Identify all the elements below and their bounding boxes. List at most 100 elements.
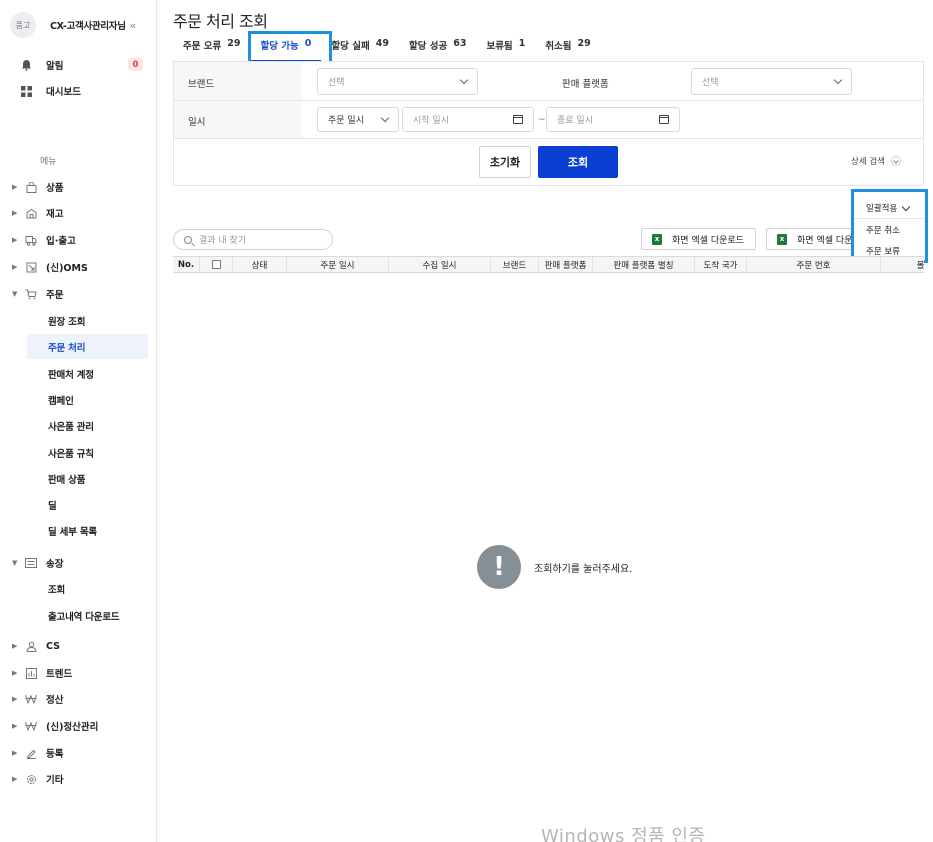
sidebar-subitem-deal[interactable]: 딜 [48, 498, 57, 512]
sidebar-item-alerts[interactable]: 알림 [20, 58, 63, 72]
sidebar-subitem-order-processing[interactable]: 주문 처리 [48, 340, 85, 354]
column-header-no: No. [173, 257, 200, 272]
won-currency-icon [24, 720, 38, 732]
won-currency-icon [24, 693, 38, 705]
chevron-right-icon: ▶ [12, 775, 18, 783]
sidebar-item-trend[interactable]: ▶ 트렌드 [12, 666, 72, 680]
start-date-input[interactable]: 시작 일시 [402, 107, 534, 132]
result-search-input[interactable]: 결과 내 찾기 [173, 229, 333, 250]
column-header-platform[interactable]: 판매 플랫폼 [539, 257, 593, 272]
sidebar-subitem-ledger[interactable]: 원장 조회 [48, 314, 85, 328]
column-header-destination[interactable]: 도착 국가 [695, 257, 747, 272]
sidebar-item-product[interactable]: ▶ 상품 [12, 180, 63, 194]
gear-icon [24, 773, 38, 785]
reset-button[interactable]: 초기화 [479, 146, 531, 178]
column-header-collect-date[interactable]: 수집 일시 [389, 257, 491, 272]
sidebar-subitem-gift-management[interactable]: 사은품 관리 [48, 419, 94, 433]
sidebar-item-waybill[interactable]: ▼ 송장 [12, 556, 63, 570]
user-name[interactable]: CX-고객사관리자님 [50, 18, 126, 32]
sidebar-item-cs[interactable]: ▶ CS [12, 640, 60, 652]
divider [854, 218, 925, 219]
end-date-input[interactable]: 종료 일시 [546, 107, 680, 132]
windows-activation-watermark: Windows 정품 인증 [541, 826, 706, 842]
detail-search-toggle[interactable]: 상세 검색 [851, 155, 901, 167]
dashboard-icon [20, 85, 32, 97]
chevron-down-icon [890, 156, 901, 166]
date-type-value: 주문 일시 [328, 116, 364, 126]
sidebar-item-label: 등록 [46, 749, 64, 760]
bulk-action-dropdown[interactable]: 일괄적용 주문 취소 주문 보류 [851, 189, 928, 263]
page-title: 주문 처리 조회 [173, 12, 268, 31]
sidebar-item-dashboard[interactable]: 대시보드 [20, 84, 81, 98]
sidebar-item-stock[interactable]: ▶ 재고 [12, 206, 63, 220]
excel-download-button[interactable]: x 화면 엑셀 다운로드 [641, 228, 756, 250]
table-header: No. 상태 주문 일시 수집 일시 브랜드 판매 플랫폼 판매 플랫폼 별칭 … [173, 256, 924, 273]
truck-icon [24, 234, 38, 246]
collapse-sidebar-icon[interactable]: « [130, 19, 137, 32]
sidebar-item-inout[interactable]: ▶ 입·출고 [12, 233, 76, 247]
chevron-right-icon: ▶ [12, 722, 18, 730]
pencil-icon [24, 747, 38, 759]
select-all-checkbox[interactable] [211, 260, 221, 269]
chevron-right-icon: ▶ [12, 669, 18, 677]
sidebar-item-oms[interactable]: ▶ (신)OMS [12, 260, 88, 274]
search-button[interactable]: 조회 [538, 146, 618, 178]
end-date-placeholder: 종료 일시 [557, 116, 593, 126]
sidebar-subitem-waybill-search[interactable]: 조회 [48, 582, 65, 596]
sidebar-item-settle-new[interactable]: ▶ (신)정산관리 [12, 719, 98, 733]
sidebar-item-label: 대시보드 [46, 87, 81, 98]
sidebar-subitem-seller-account[interactable]: 판매처 계정 [48, 367, 94, 381]
chevron-right-icon: ▶ [12, 236, 18, 244]
tab-count: 29 [227, 38, 241, 49]
date-type-select[interactable]: 주문 일시 [317, 107, 399, 132]
sidebar-item-etc[interactable]: ▶ 기타 [12, 772, 63, 786]
column-header-mall-number[interactable]: 몰 번 [881, 257, 924, 272]
menu-heading: 메뉴 [40, 157, 57, 167]
bulk-action-toggle[interactable]: 일괄적용 [866, 202, 911, 214]
chevron-down-icon: ▼ [12, 290, 18, 298]
select-all-cell [200, 257, 233, 272]
sidebar-subitem-shipment-download[interactable]: 출고내역 다운로드 [48, 609, 120, 623]
tab-count: 49 [375, 38, 389, 49]
sidebar-item-settle[interactable]: ▶ 정산 [12, 692, 63, 706]
tab-label: 주문 오류 [183, 41, 222, 52]
sidebar-subitem-gift-rules[interactable]: 사은품 규칙 [48, 446, 94, 460]
date-range-separator: ~ [538, 115, 546, 125]
column-header-brand[interactable]: 브랜드 [491, 257, 539, 272]
sidebar-subitem-campaign[interactable]: 캠페인 [48, 393, 74, 407]
sidebar-item-register[interactable]: ▶ 등록 [12, 746, 63, 760]
tab-label: 보류됨 [486, 41, 513, 52]
platform-label: 판매 플랫폼 [562, 79, 609, 90]
sidebar-subitem-sale-products[interactable]: 판매 상품 [48, 472, 85, 486]
tab-count: 63 [453, 38, 467, 49]
sidebar-item-label: CS [46, 640, 60, 652]
sidebar-item-label: (신)정산관리 [46, 722, 99, 733]
excel-download-label: 화면 엑셀 다운로드 [797, 235, 855, 246]
chevron-down-icon [380, 113, 390, 123]
sidebar-item-order[interactable]: ▼ 주문 [12, 287, 63, 301]
start-date-placeholder: 시작 일시 [413, 116, 449, 126]
sidebar-subitem-deal-details[interactable]: 딜 세부 목록 [48, 524, 97, 538]
bulk-action-label: 일괄적용 [866, 204, 898, 214]
calendar-icon[interactable] [659, 115, 669, 124]
tab-count: 29 [577, 38, 591, 49]
column-header-order-date[interactable]: 주문 일시 [287, 257, 389, 272]
sidebar: 품고 CX-고객사관리자님 « 알림 0 대시보드 메뉴 ▶ 상품 ▶ 재고 ▶… [0, 0, 157, 842]
brand-select-value: 선택 [328, 78, 345, 88]
warehouse-icon [24, 207, 38, 219]
calendar-icon[interactable] [513, 115, 523, 124]
chevron-right-icon: ▶ [12, 749, 18, 757]
result-search-placeholder: 결과 내 찾기 [199, 236, 247, 246]
menu-item-cancel-order[interactable]: 주문 취소 [866, 224, 900, 236]
sidebar-item-label: 입·출고 [46, 236, 76, 247]
column-header-platform-alias[interactable]: 판매 플랫폼 별칭 [593, 257, 695, 272]
empty-state: ! 조회하기를 눌러주세요. [477, 545, 632, 589]
chevron-right-icon: ▶ [12, 209, 18, 217]
excel-download-button[interactable]: x 화면 엑셀 다운로드 [766, 228, 856, 250]
sidebar-header: 품고 CX-고객사관리자님 « [10, 12, 136, 38]
column-header-order-number[interactable]: 주문 번호 [747, 257, 881, 272]
column-header-status[interactable]: 상태 [233, 257, 287, 272]
platform-select[interactable]: 선택 [691, 68, 852, 95]
brand-select[interactable]: 선택 [317, 68, 478, 95]
bell-icon [20, 59, 32, 71]
